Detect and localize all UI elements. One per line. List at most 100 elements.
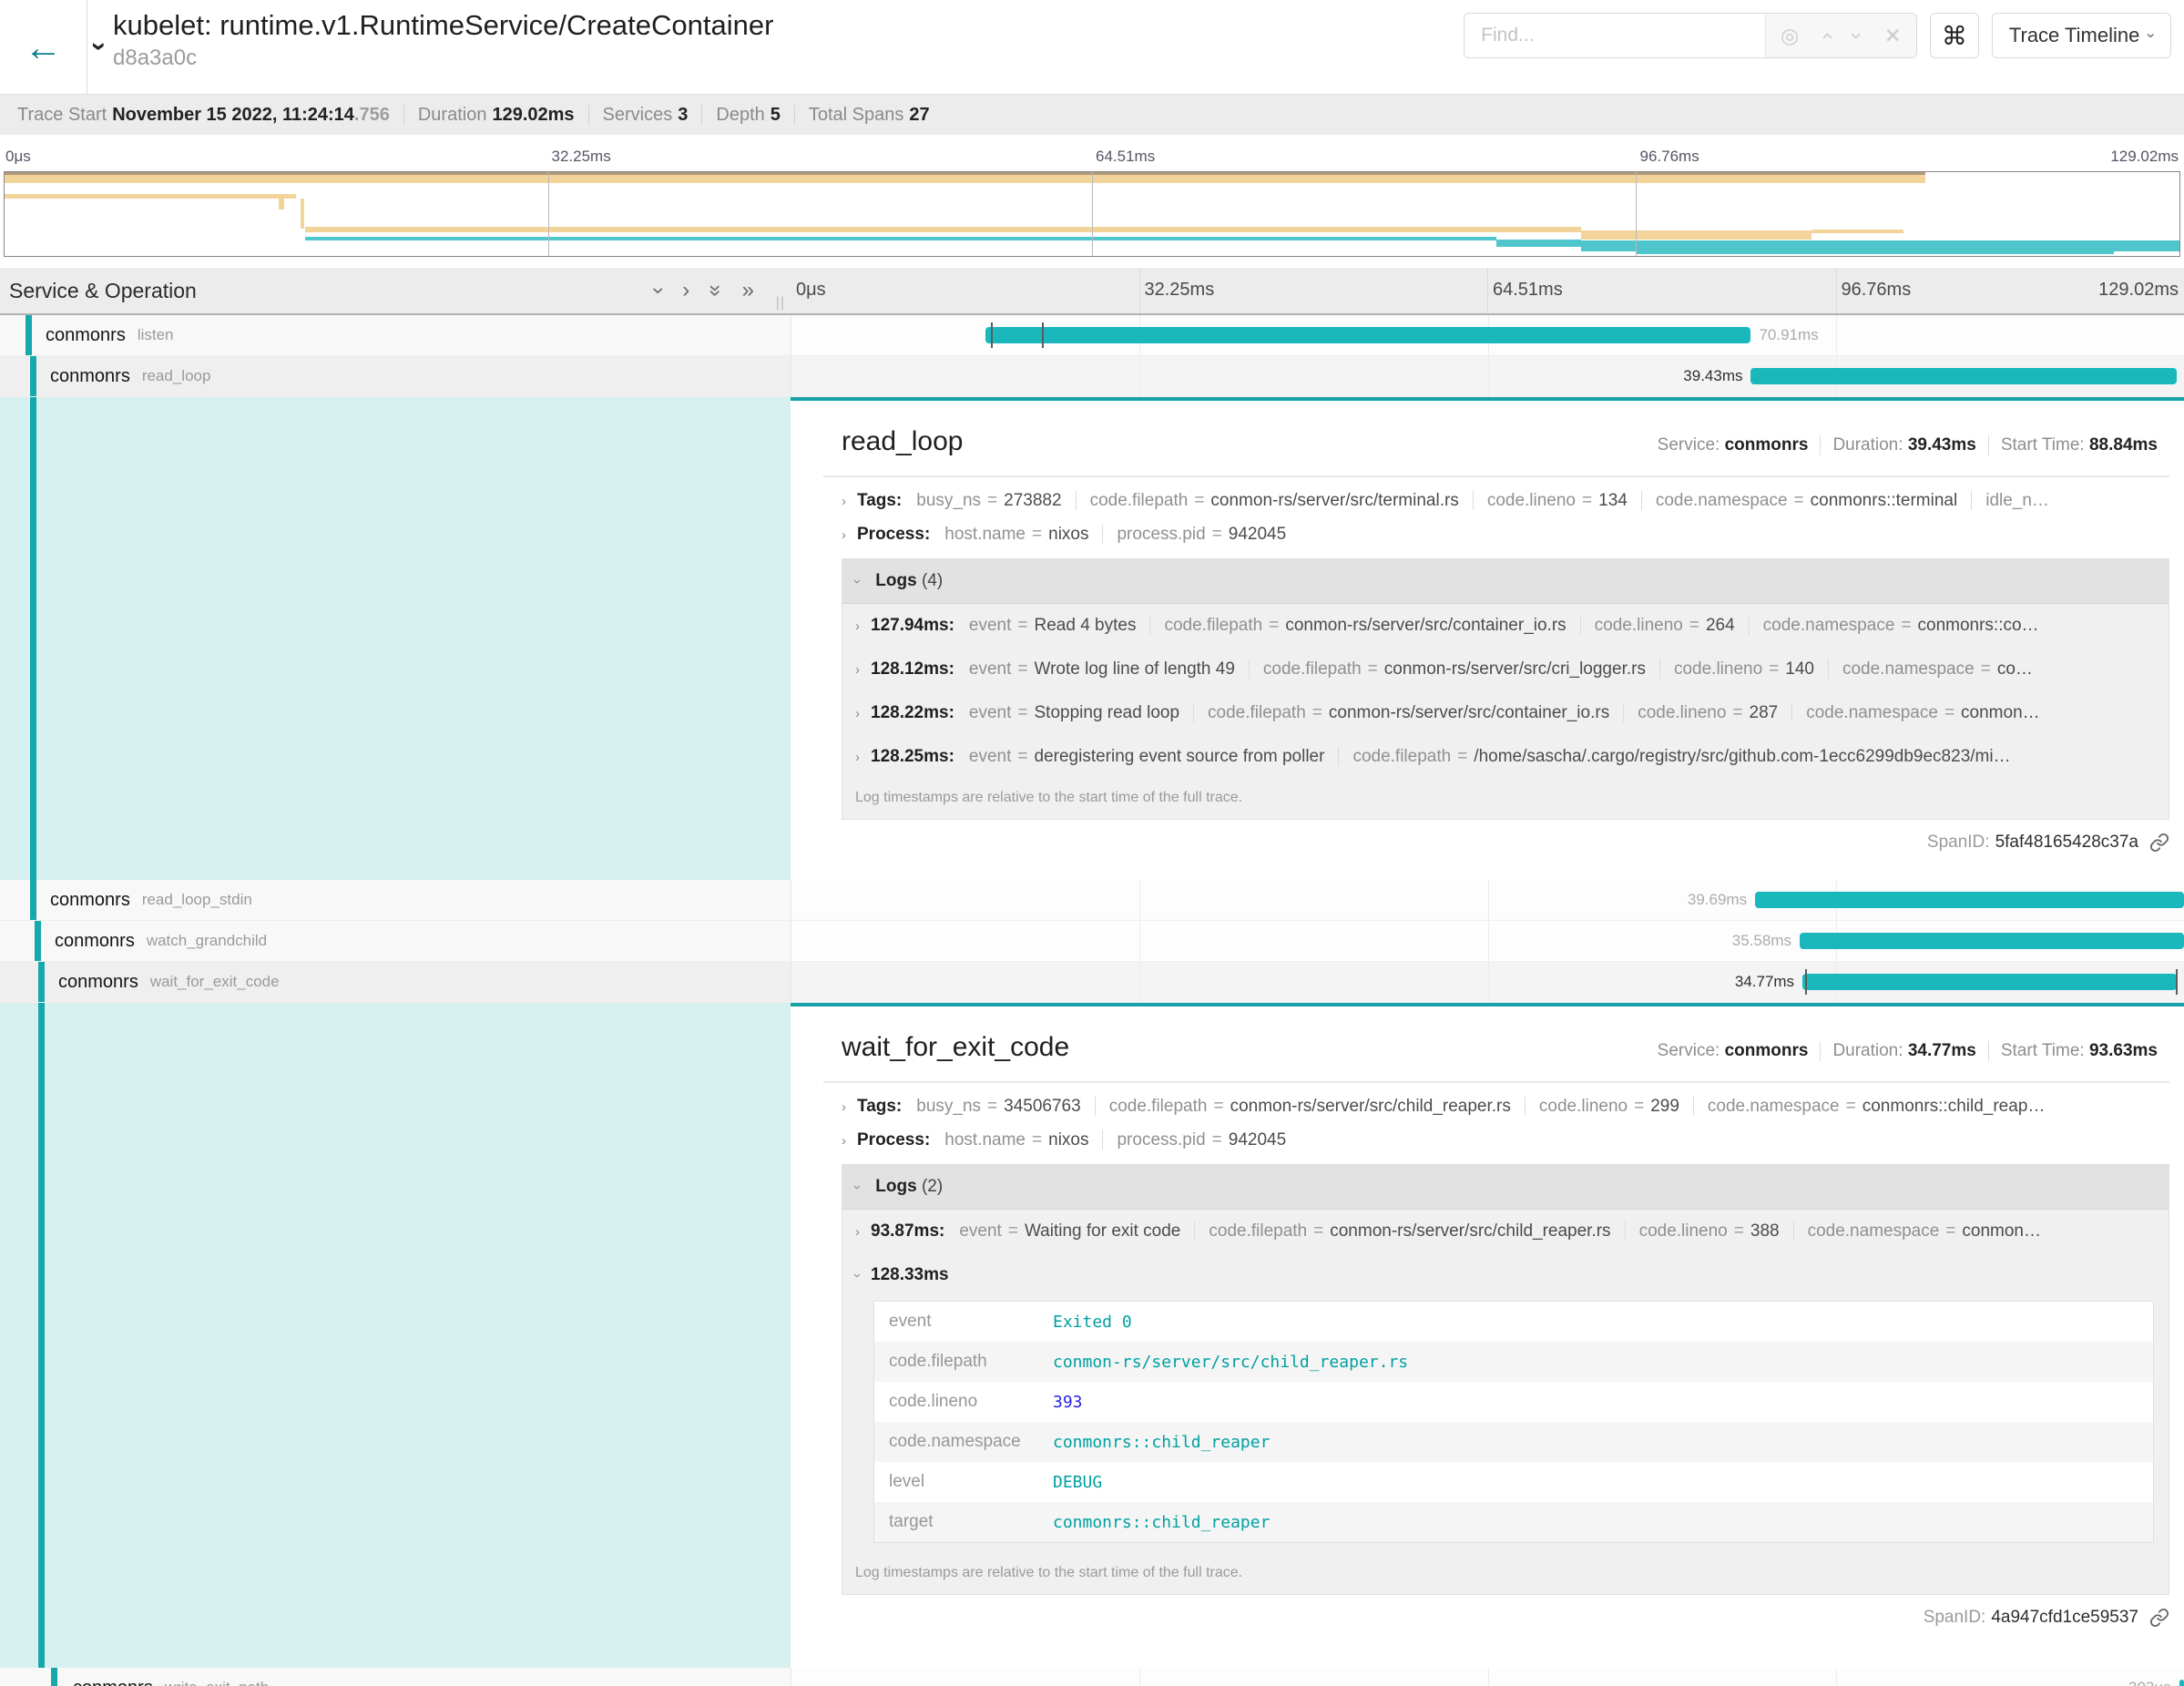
collapse-trace-header-icon[interactable]: › <box>84 42 115 51</box>
span-row-watch-grandchild[interactable]: conmonrs watch_grandchild 35.58ms <box>0 921 2184 962</box>
span-bar[interactable] <box>1802 974 2177 990</box>
trace-start: Trace StartNovember 15 2022, 11:24:14.75… <box>4 105 403 126</box>
kv-item: event=deregistering event source from po… <box>969 747 1339 766</box>
prev-match-icon[interactable]: › <box>1814 32 1839 39</box>
find-input[interactable] <box>1465 14 1765 57</box>
kv-item: code.namespace=conmonrs::co… <box>1749 616 2053 635</box>
link-icon[interactable] <box>2149 1608 2169 1628</box>
minimap-ticks: 0μs 32.25ms 64.51ms 96.76ms 129.02ms <box>4 148 2180 171</box>
logs-footnote: Log timestamps are relative to the start… <box>842 1554 2169 1594</box>
span-row-write-exit-path[interactable]: conmonrs write_exit_path 303μs <box>0 1668 2184 1686</box>
span-row-listen[interactable]: conmonrs listen 70.91ms <box>0 315 2184 356</box>
kv-item: busy_ns=273882 <box>916 491 1075 510</box>
trace-total-spans: Total Spans27 <box>794 105 944 126</box>
span-duration-label: 35.58ms <box>1724 932 1800 950</box>
kv-item: code.filepath=/home/sascha/.cargo/regist… <box>1338 747 2024 766</box>
back-button[interactable]: ← <box>0 0 87 94</box>
process-row[interactable]: › Process: host.name=nixosprocess.pid=94… <box>842 525 2169 545</box>
log-field-row: targetconmonrs::child_reaper <box>874 1502 2153 1542</box>
span-bar[interactable] <box>985 327 1751 343</box>
span-row-read-loop-stdin[interactable]: conmonrs read_loop_stdin 39.69ms <box>0 880 2184 921</box>
trace-title: kubelet: runtime.v1.RuntimeService/Creat… <box>113 9 773 42</box>
kv-item: host.name=nixos <box>944 525 1102 544</box>
gridline <box>1139 1668 1140 1686</box>
log-entry[interactable]: › 128.25ms: event=deregistering event so… <box>842 735 2169 779</box>
kv-item: code.lineno=299 <box>1525 1097 1693 1116</box>
keyboard-shortcuts-button[interactable]: ⌘ <box>1930 13 1979 58</box>
chevron-right-icon: › <box>855 662 860 678</box>
span-id-row: SpanID: 4a947cfd1ce59537 <box>842 1608 2169 1628</box>
kv-item: code.lineno=264 <box>1580 616 1749 635</box>
span-row-read-loop[interactable]: conmonrs read_loop 39.43ms <box>0 356 2184 397</box>
span-bar[interactable] <box>1800 933 2184 949</box>
logs-header[interactable]: › Logs (2) <box>842 1165 2169 1210</box>
process-row[interactable]: › Process: host.name=nixosprocess.pid=94… <box>842 1130 2169 1150</box>
trace-title-block: › kubelet: runtime.v1.RuntimeService/Cre… <box>87 0 1464 94</box>
gridline <box>1836 268 1837 313</box>
log-field-row: code.lineno393 <box>874 1382 2153 1422</box>
expand-one-icon[interactable]: › <box>682 278 689 303</box>
trace-duration: Duration129.02ms <box>403 105 588 126</box>
column-resizer-grip[interactable]: || <box>776 295 785 312</box>
chevron-right-icon: › <box>842 1133 846 1149</box>
kv-item: busy_ns=34506763 <box>916 1097 1094 1116</box>
operation-name: write_exit_path <box>165 1679 269 1686</box>
link-icon[interactable] <box>2149 833 2169 853</box>
minimap-canvas[interactable] <box>4 171 2180 257</box>
log-entry[interactable]: › 128.22ms: event=Stopping read loopcode… <box>842 691 2169 735</box>
gridline <box>1636 172 1637 256</box>
gridline <box>1488 880 1489 920</box>
log-entry[interactable]: › 127.94ms: event=Read 4 bytescode.filep… <box>842 604 2169 648</box>
chevron-right-icon: › <box>855 706 860 721</box>
log-marker-tick <box>1042 322 1044 348</box>
log-field-row: code.filepathconmon-rs/server/src/child_… <box>874 1342 2153 1382</box>
back-arrow-icon: ← <box>25 26 63 69</box>
chevron-right-icon: › <box>842 1099 846 1115</box>
tags-row[interactable]: › Tags: busy_ns=34506763code.filepath=co… <box>842 1097 2169 1117</box>
chevron-right-icon: › <box>855 618 860 634</box>
expand-all-icon[interactable]: » <box>742 278 754 303</box>
span-duration-label: 39.69ms <box>1679 891 1755 909</box>
service-name: conmonrs <box>50 890 130 911</box>
detail-start-time: Start Time: 93.63ms <box>1988 1041 2169 1061</box>
chevron-down-icon: › <box>850 579 865 584</box>
logs-section: › Logs (2) › 93.87ms: event=Waiting for … <box>842 1164 2169 1595</box>
span-bar[interactable] <box>2179 1680 2184 1686</box>
log-marker-tick <box>2176 969 2178 995</box>
detail-duration: Duration: 39.43ms <box>1820 435 1987 455</box>
kv-item: code.namespace=co… <box>1828 659 2046 679</box>
service-name: conmonrs <box>58 972 138 993</box>
gridline <box>548 172 549 256</box>
operation-name: read_loop_stdin <box>142 891 252 909</box>
span-row-wait-for-exit-code[interactable]: conmonrs wait_for_exit_code 34.77ms <box>0 962 2184 1003</box>
span-bar[interactable] <box>1750 368 2177 384</box>
gridline <box>1487 268 1488 313</box>
chevron-down-icon: › <box>850 1273 865 1278</box>
clear-find-icon[interactable]: ✕ <box>1884 24 1902 48</box>
detail-duration: Duration: 34.77ms <box>1820 1041 1987 1061</box>
chevron-down-icon: › <box>2142 33 2160 38</box>
kv-item: event=Stopping read loop <box>969 703 1193 722</box>
service-accent <box>30 880 36 920</box>
span-duration-label: 303μs <box>2120 1679 2179 1686</box>
logs-header[interactable]: › Logs (4) <box>842 559 2169 604</box>
detail-left-gutter <box>0 1003 791 1668</box>
log-fields-table: eventExited 0 code.filepathconmon-rs/ser… <box>873 1301 2154 1543</box>
span-id-value: 4a947cfd1ce59537 <box>1991 1608 2138 1628</box>
log-entry[interactable]: › 93.87ms: event=Waiting for exit codeco… <box>842 1210 2169 1253</box>
collapse-all-icon[interactable]: » <box>703 284 729 296</box>
service-name: conmonrs <box>73 1678 153 1686</box>
log-entry[interactable]: › 128.12ms: event=Wrote log line of leng… <box>842 648 2169 691</box>
tags-row[interactable]: › Tags: busy_ns=273882code.filepath=conm… <box>842 491 2169 511</box>
gridline <box>1488 962 1489 1002</box>
span-bar[interactable] <box>1755 892 2184 908</box>
trace-page-header: ← › kubelet: runtime.v1.RuntimeService/C… <box>0 0 2184 95</box>
log-entry-expanded[interactable]: › 128.33ms <box>842 1253 2169 1297</box>
view-type-dropdown[interactable]: Trace Timeline › <box>1992 13 2171 58</box>
focus-match-icon[interactable]: ◎ <box>1781 24 1799 48</box>
kv-item: code.namespace=conmonrs::terminal <box>1641 491 1971 510</box>
trace-depth: Depth5 <box>701 105 794 126</box>
detail-service: Service: conmonrs <box>1646 435 1821 455</box>
collapse-one-icon[interactable]: › <box>646 287 671 294</box>
next-match-icon[interactable]: › <box>1844 32 1869 39</box>
